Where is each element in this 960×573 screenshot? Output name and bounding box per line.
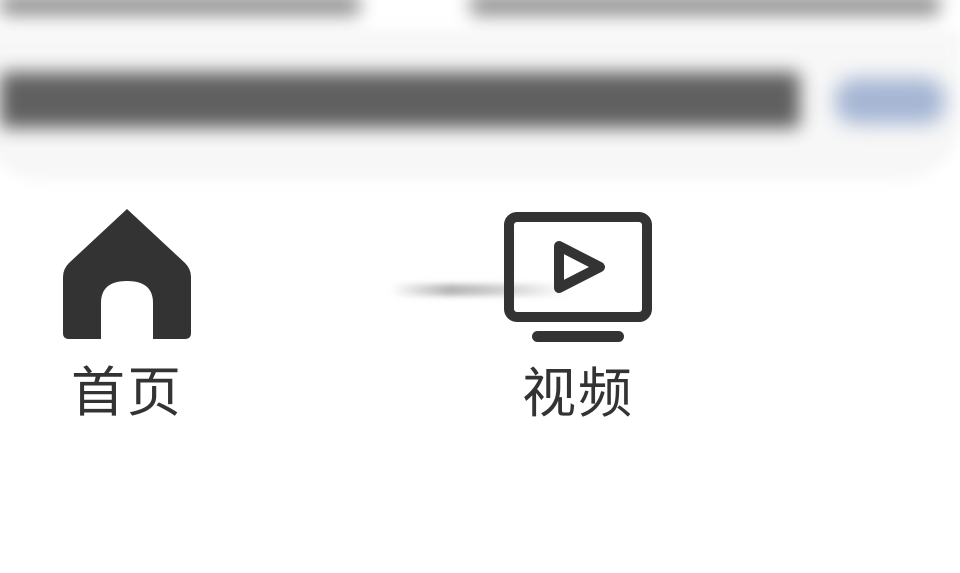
tv-play-icon bbox=[498, 210, 658, 346]
tab-video[interactable]: 视频 bbox=[498, 210, 658, 424]
tab-home[interactable]: 首页 bbox=[52, 205, 202, 423]
blurred-content-area bbox=[0, 0, 960, 190]
blurred-text-line bbox=[0, 72, 800, 128]
app-screen: 首页 视频 bbox=[0, 0, 960, 573]
blurred-text-line bbox=[470, 0, 940, 16]
home-icon bbox=[61, 205, 193, 341]
blurred-button bbox=[835, 78, 945, 124]
tab-label: 视频 bbox=[522, 362, 634, 425]
tab-label: 首页 bbox=[71, 361, 183, 424]
blurred-text-line bbox=[0, 0, 360, 16]
